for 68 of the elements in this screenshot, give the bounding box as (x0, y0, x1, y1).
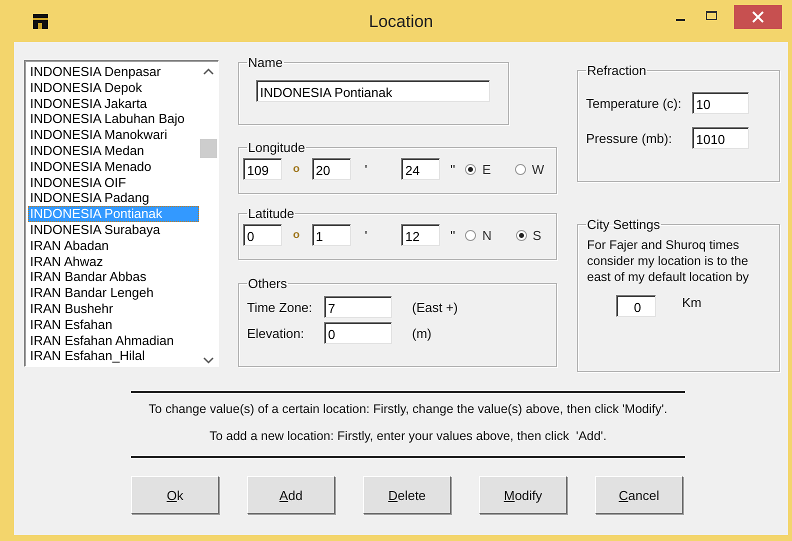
radio-button[interactable]: W (514, 162, 544, 176)
input-field[interactable]: 20 (312, 158, 351, 180)
degree-symbol: o (293, 163, 300, 175)
field-label: Time Zone: (247, 300, 314, 314)
dialog-button[interactable]: Modify (479, 476, 567, 514)
group-label: Others (247, 276, 288, 291)
location-item[interactable]: IRAN Abadan (28, 238, 199, 254)
location-item[interactable]: IRAN Bandar Lengeh (28, 285, 199, 301)
location-item[interactable]: IRAN Esfahan (28, 316, 199, 333)
close-button[interactable] (734, 5, 782, 29)
input-field[interactable]: 10 (692, 92, 749, 114)
scroll-up-icon[interactable] (203, 68, 214, 76)
input-field[interactable]: 0 (324, 322, 392, 344)
input-field[interactable]: 109 (243, 158, 282, 180)
location-item[interactable]: IRAN Bushehr (28, 300, 199, 317)
group-label: City Settings (586, 216, 661, 232)
input-field[interactable]: 24 (401, 158, 440, 180)
description-text: For Fajer and Shuroq times consider my location is to the east of my default location by (587, 236, 750, 285)
dialog-button[interactable]: Cancel (595, 476, 683, 514)
field-label: Temperature (c): (586, 96, 682, 110)
degree-symbol: o (293, 229, 300, 241)
minute-symbol: ' (364, 228, 368, 242)
radio-button[interactable]: S (516, 228, 542, 242)
input-field[interactable]: 1 (312, 224, 351, 246)
dialog-button[interactable]: Ok (131, 476, 219, 514)
input-field[interactable]: 12 (401, 224, 440, 246)
name-field[interactable]: INDONESIA Pontianak (256, 80, 490, 102)
location-item[interactable]: INDONESIA Manokwari (28, 127, 199, 143)
group-label: Latitude (247, 206, 296, 221)
close-icon (752, 11, 764, 23)
group-label: Refraction (586, 63, 648, 78)
unit-label: Km (682, 295, 702, 310)
input-field[interactable]: 0 (616, 294, 656, 317)
location-item[interactable]: IRAN Esfahan Ahmadian (28, 332, 199, 348)
radio-button[interactable]: N (465, 228, 492, 242)
window-title: Location (368, 12, 434, 31)
second-symbol: '' (450, 228, 456, 242)
input-field[interactable]: 7 (324, 296, 392, 318)
input-field[interactable]: 0 (243, 224, 282, 246)
instruction-text: To change value(s) of a certain location: Firstly, change the value(s) above, then click 'Modify'. (148, 402, 668, 416)
field-label: Elevation: (247, 326, 306, 340)
location-item[interactable]: IRAN Bandar Abbas (28, 269, 199, 286)
minute-symbol: ' (364, 162, 368, 176)
input-field[interactable]: 1010 (692, 127, 749, 149)
location-item[interactable]: INDONESIA Surabaya (28, 222, 199, 238)
radio-button[interactable]: E (465, 162, 491, 176)
scrollbar-thumb[interactable] (200, 139, 217, 158)
group-label: Longitude (247, 140, 306, 155)
group-label: Name (247, 55, 284, 70)
location-item[interactable]: INDONESIA Labuhan Bajo (28, 111, 199, 128)
location-item[interactable]: INDONESIA Medan (28, 142, 199, 159)
location-item[interactable]: INDONESIA Menado (28, 158, 199, 175)
instruction-text: To add a new location: Firstly, enter your values above, then click 'Add'. (208, 429, 608, 443)
scroll-down-icon[interactable] (203, 356, 214, 364)
location-item[interactable]: INDONESIA Padang (28, 190, 199, 206)
app-icon (32, 12, 49, 30)
second-symbol: '' (450, 162, 456, 176)
location-item[interactable]: INDONESIA Jakarta (28, 96, 199, 112)
field-label: Pressure (mb): (586, 130, 673, 146)
location-item[interactable]: IRAN Esfahan_Hilal (28, 348, 199, 364)
location-item[interactable]: INDONESIA Depok (28, 80, 199, 96)
dialog-button[interactable]: Delete (363, 476, 451, 514)
location-item[interactable]: INDONESIA Denpasar (28, 64, 199, 80)
location-item[interactable]: IRAN Ahwaz (28, 254, 199, 270)
location-item[interactable]: INDONESIA OIF (28, 174, 199, 190)
unit-label: (East +) (412, 300, 458, 314)
dialog-button[interactable]: Add (247, 476, 335, 514)
unit-label: (m) (412, 326, 432, 340)
